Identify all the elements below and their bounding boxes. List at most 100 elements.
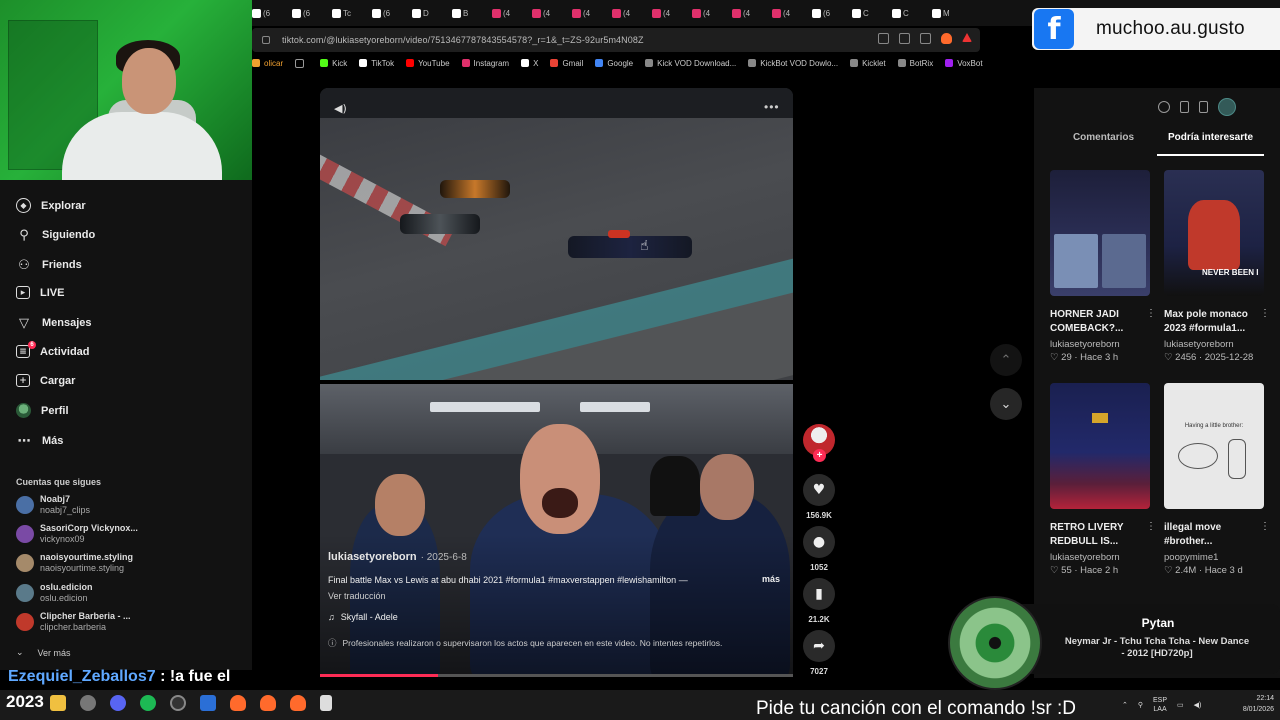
browser-tab[interactable]: (4 bbox=[492, 3, 518, 23]
sidebar-item-mas[interactable]: ⋯ Más bbox=[16, 433, 64, 449]
more-options-icon[interactable]: ••• bbox=[764, 100, 780, 114]
video-thumbnail[interactable]: NEVER BEEN I bbox=[1164, 170, 1264, 296]
tab-comentarios[interactable]: Comentarios bbox=[1050, 132, 1157, 156]
brave-icon[interactable] bbox=[230, 695, 246, 711]
browser-tab[interactable]: (4 bbox=[652, 3, 678, 23]
sidebar-item-siguiendo[interactable]: ⚲ Siguiendo bbox=[16, 227, 95, 243]
app-icon[interactable] bbox=[200, 695, 216, 711]
video-thumbnail[interactable]: Having a little brother: bbox=[1164, 383, 1264, 509]
video-progress-bar[interactable] bbox=[320, 674, 793, 677]
sidebar-item-perfil[interactable]: Perfil bbox=[16, 403, 69, 418]
following-account[interactable]: Clipcher Barberia - ... clipcher.barberia bbox=[16, 611, 131, 633]
browser-tab[interactable]: C bbox=[852, 3, 878, 23]
video-player-current[interactable] bbox=[320, 384, 793, 674]
brave-shield-icon[interactable] bbox=[941, 33, 952, 44]
bookmark-item[interactable]: Kick bbox=[320, 59, 347, 68]
sidebar-item-live[interactable]: ▸ LIVE bbox=[16, 286, 64, 299]
browser-tab[interactable]: (6 bbox=[372, 3, 398, 23]
browser-tab[interactable]: (4 bbox=[612, 3, 638, 23]
file-explorer-icon[interactable] bbox=[50, 695, 66, 711]
sidebar-item-cargar[interactable]: + Cargar bbox=[16, 374, 75, 387]
brave-icon[interactable] bbox=[260, 695, 276, 711]
follow-plus-icon[interactable]: + bbox=[813, 449, 826, 462]
bookmark-item[interactable]: BotRix bbox=[897, 59, 933, 68]
card-title[interactable]: Max pole monaco 2023 #formula1... bbox=[1164, 308, 1264, 336]
bookmark-item[interactable]: YouTube bbox=[406, 59, 450, 68]
browser-tab[interactable]: (4 bbox=[572, 3, 598, 23]
bookmark-item[interactable] bbox=[295, 58, 308, 68]
screen-icon[interactable] bbox=[899, 33, 910, 44]
caption-more-button[interactable]: más bbox=[762, 574, 780, 584]
browser-tab[interactable]: D bbox=[412, 3, 438, 23]
bookmark-item[interactable]: X bbox=[521, 59, 538, 68]
display-icon[interactable]: ▭ bbox=[1177, 701, 1184, 709]
following-account[interactable]: SasoriCorp Vickynox... vickynox09 bbox=[16, 523, 138, 545]
recommended-video-card[interactable]: RETRO LIVERY REDBULL IS... lukiasetyoreb… bbox=[1050, 383, 1156, 576]
next-video-button[interactable]: ⌄ bbox=[990, 388, 1022, 420]
recommended-video-card[interactable]: HORNER JADI COMEBACK?... lukiasetyorebor… bbox=[1050, 170, 1156, 363]
url-text[interactable]: tiktok.com/@lukiasetyoreborn/video/75134… bbox=[282, 35, 644, 45]
sidebar-item-explorar[interactable]: ◆ Explorar bbox=[16, 198, 86, 213]
card-menu-icon[interactable]: ⋮ bbox=[1260, 521, 1270, 532]
volume-icon[interactable]: ◀) bbox=[1194, 701, 1202, 709]
sidebar-item-friends[interactable]: ⚇ Friends bbox=[16, 257, 82, 273]
app-icon[interactable] bbox=[170, 695, 186, 711]
comment-button[interactable]: ● bbox=[803, 526, 835, 558]
bookmark-item[interactable]: KickBot VOD Dowlo... bbox=[748, 59, 838, 68]
browser-tab[interactable]: (4 bbox=[772, 3, 798, 23]
following-account[interactable]: Noabj7 noabj7_clips bbox=[16, 494, 90, 516]
obs-icon[interactable] bbox=[80, 695, 96, 711]
card-title[interactable]: illegal move #brother... bbox=[1164, 521, 1264, 549]
card-menu-icon[interactable]: ⋮ bbox=[1260, 308, 1270, 319]
tab-podria-interesarte[interactable]: Podría interesarte bbox=[1157, 132, 1264, 156]
volume-icon[interactable]: ◀) bbox=[334, 102, 348, 115]
share-button[interactable]: ➦ bbox=[803, 630, 835, 662]
chevron-up-icon[interactable]: ⌃ bbox=[1122, 701, 1128, 709]
video-player-previous[interactable] bbox=[320, 88, 793, 380]
music-link[interactable]: ♫ Skyfall - Adele bbox=[328, 612, 398, 622]
card-author[interactable]: lukiasetyoreborn bbox=[1164, 339, 1264, 350]
video-thumbnail[interactable] bbox=[1050, 170, 1150, 296]
previous-video-button[interactable]: ⌃ bbox=[990, 344, 1022, 376]
download-icon[interactable] bbox=[1199, 101, 1208, 113]
translate-link[interactable]: Ver traducción bbox=[328, 591, 386, 601]
bookmark-item[interactable]: VoxBot bbox=[945, 59, 983, 68]
phone-icon[interactable] bbox=[1180, 101, 1189, 113]
card-menu-icon[interactable]: ⋮ bbox=[1146, 521, 1156, 532]
site-info-icon[interactable] bbox=[262, 36, 270, 44]
network-icon[interactable]: ⚲ bbox=[1138, 701, 1143, 709]
sidebar-item-mensajes[interactable]: ▽ Mensajes bbox=[16, 315, 92, 331]
browser-tab[interactable]: (6 bbox=[812, 3, 838, 23]
save-button[interactable]: ▮ bbox=[803, 578, 835, 610]
bookmark-item[interactable]: Kick VOD Download... bbox=[645, 59, 736, 68]
bookmark-item[interactable]: TikTok bbox=[359, 59, 394, 68]
recommended-video-card[interactable]: NEVER BEEN I Max pole monaco 2023 #formu… bbox=[1164, 170, 1270, 363]
browser-tab[interactable]: (4 bbox=[732, 3, 758, 23]
translate-icon[interactable] bbox=[878, 33, 889, 44]
card-title[interactable]: RETRO LIVERY REDBULL IS... bbox=[1050, 521, 1150, 549]
spotify-icon[interactable] bbox=[140, 695, 156, 711]
browser-tab[interactable]: B bbox=[452, 3, 478, 23]
bookmark-item[interactable]: Gmail bbox=[550, 59, 583, 68]
like-button[interactable]: ♥ bbox=[803, 474, 835, 506]
language-indicator[interactable]: ESP LAA bbox=[1153, 696, 1167, 714]
video-author[interactable]: lukiasetyoreborn · 2025-6-8 bbox=[328, 551, 467, 563]
share-icon[interactable] bbox=[920, 33, 931, 44]
browser-tab[interactable]: M bbox=[932, 3, 958, 23]
card-author[interactable]: lukiasetyoreborn bbox=[1050, 552, 1150, 563]
recommended-video-card[interactable]: Having a little brother: illegal move #b… bbox=[1164, 383, 1270, 576]
brave-rewards-icon[interactable] bbox=[962, 33, 972, 42]
browser-tab[interactable]: (4 bbox=[692, 3, 718, 23]
avatar[interactable] bbox=[1218, 98, 1236, 116]
browser-tab[interactable]: Tc bbox=[332, 3, 358, 23]
see-more-button[interactable]: ⌄ Ver más bbox=[16, 647, 71, 658]
card-author[interactable]: poopymime1 bbox=[1164, 552, 1264, 563]
author-name[interactable]: lukiasetyoreborn bbox=[328, 551, 417, 563]
sidebar-item-actividad[interactable]: ≡ 6 Actividad bbox=[16, 341, 90, 358]
browser-tab[interactable]: (6 bbox=[292, 3, 318, 23]
bookmark-item[interactable]: Google bbox=[595, 59, 633, 68]
bookmark-item[interactable]: olicar bbox=[252, 59, 283, 68]
address-bar[interactable]: tiktok.com/@lukiasetyoreborn/video/75134… bbox=[252, 28, 980, 52]
brave-icon[interactable] bbox=[290, 695, 306, 711]
card-author[interactable]: lukiasetyoreborn bbox=[1050, 339, 1150, 350]
